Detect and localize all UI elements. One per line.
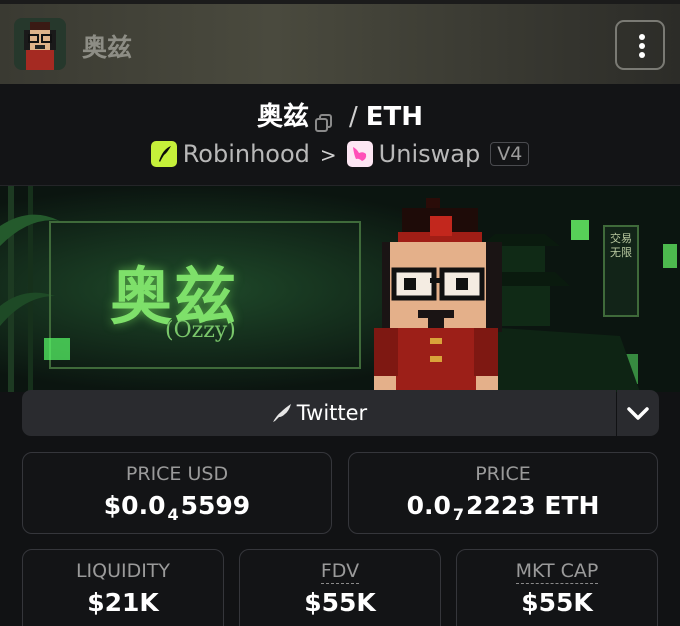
feather-icon <box>271 393 293 439</box>
dex-link[interactable]: Uniswap <box>379 140 481 168</box>
version-badge: V4 <box>490 142 530 166</box>
stat-price-usd: PRICE USD $0.0 45599 <box>22 452 332 534</box>
stat-label: LIQUIDITY <box>75 560 171 582</box>
dex-info: Robinhood > Uniswap V4 <box>0 140 680 168</box>
price-suffix: 2223 ETH <box>466 491 600 520</box>
twitter-label: Twitter <box>296 401 368 425</box>
stat-liquidity: LIQUIDITY $21K <box>22 549 224 626</box>
more-icon-dot <box>639 43 645 49</box>
stat-value: $55K <box>521 588 593 617</box>
price-usd-suffix: 5599 <box>180 491 251 520</box>
robinhood-icon <box>150 141 177 167</box>
mascot-image <box>374 198 502 392</box>
quote-symbol: ETH <box>365 102 424 132</box>
banner-sign: 交易无限 <box>610 232 632 259</box>
token-banner: 奥兹 (Ozzy) 交易无限 <box>0 186 680 392</box>
pair-title: 奥兹 / ETH <box>0 96 680 133</box>
uniswap-icon <box>346 141 373 167</box>
top-bar: 奥兹 <box>0 0 680 84</box>
price-prefix: 0.0 <box>406 491 451 520</box>
stat-value: $0.0 45599 <box>23 491 331 524</box>
pair-header: 奥兹 / ETH Robinhood > Uniswap V4 <box>0 84 680 186</box>
base-symbol: 奥兹 <box>256 102 309 132</box>
stat-label: PRICE <box>475 463 531 485</box>
copy-icon[interactable] <box>314 109 333 132</box>
links-dropdown-button[interactable] <box>617 390 659 436</box>
twitter-button[interactable]: Twitter <box>22 390 616 436</box>
token-avatar[interactable] <box>14 18 66 70</box>
pair-separator: / <box>348 102 358 132</box>
more-menu-button[interactable] <box>615 20 665 70</box>
price-zero-count: 7 <box>452 505 465 524</box>
chain-link[interactable]: Robinhood <box>183 140 310 168</box>
more-icon <box>639 34 645 40</box>
banner-background <box>0 186 680 392</box>
stat-label: MKT CAP <box>515 560 599 584</box>
stat-label: PRICE USD <box>125 463 229 485</box>
chevron-right-icon: > <box>319 143 337 167</box>
price-usd-prefix: $0.0 <box>103 491 166 520</box>
stat-label-wrap: FDV <box>240 560 440 584</box>
price-usd-zero-count: 4 <box>167 505 179 524</box>
stat-mkt-cap[interactable]: MKT CAP $55K <box>456 549 658 626</box>
stat-fdv[interactable]: FDV $55K <box>239 549 441 626</box>
more-icon-dot <box>639 52 645 58</box>
stat-label-wrap: MKT CAP <box>457 560 657 584</box>
banner-subtitle: (Ozzy) <box>165 318 236 343</box>
stat-price: PRICE 0.0 72223 ETH <box>348 452 658 534</box>
stat-label: FDV <box>320 560 360 584</box>
stat-value: $55K <box>304 588 376 617</box>
stat-value: $21K <box>87 588 159 617</box>
token-name: 奥兹 <box>82 33 133 62</box>
stat-value: 0.0 72223 ETH <box>349 491 657 524</box>
chevron-down-icon <box>627 407 649 420</box>
